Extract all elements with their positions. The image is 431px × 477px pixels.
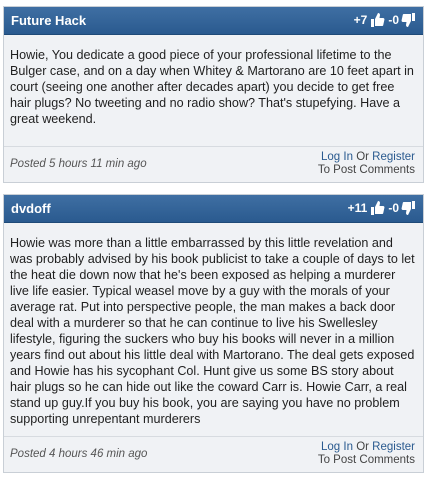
up-vote-count: +7	[353, 13, 368, 27]
thumbs-up-icon[interactable]	[369, 12, 385, 28]
comment-text: Howie was more than a little embarrassed…	[10, 236, 415, 426]
comment-actions: Log In Or Register To Post Comments	[318, 151, 415, 177]
thumbs-down-icon[interactable]	[401, 200, 417, 216]
down-vote-count: -0	[388, 13, 399, 27]
or-label: Or	[356, 441, 369, 453]
login-link[interactable]: Log In	[321, 441, 353, 453]
posted-time: Posted 5 hours 11 min ago	[10, 158, 147, 170]
to-post-label: To Post Comments	[317, 164, 415, 176]
comment-body: Howie was more than a little embarrassed…	[4, 223, 423, 471]
register-link[interactable]: Register	[372, 441, 415, 453]
thumbs-down-icon[interactable]	[401, 12, 417, 28]
comment-author[interactable]: dvdoff	[11, 201, 51, 216]
to-post-label: To Post Comments	[317, 454, 415, 466]
comment-header: Future Hack +7 -0	[4, 7, 423, 35]
comment-actions: Log In Or Register To Post Comments	[318, 441, 415, 467]
comment-author[interactable]: Future Hack	[11, 13, 86, 28]
register-link[interactable]: Register	[372, 151, 415, 163]
thumbs-up-icon[interactable]	[369, 200, 385, 216]
comment: dvdoff +11 -0 Howie was more than a litt…	[3, 194, 424, 473]
comment-text: Howie, You dedicate a good piece of your…	[10, 48, 414, 126]
posted-time: Posted 4 hours 46 min ago	[10, 448, 148, 460]
or-label: Or	[356, 151, 369, 163]
vote-controls: +7 -0	[351, 12, 417, 28]
comment-footer: Posted 5 hours 11 min ago Log In Or Regi…	[4, 146, 423, 182]
comment-header: dvdoff +11 -0	[4, 195, 423, 223]
comment: Future Hack +7 -0 Howie, You dedicate a …	[3, 6, 424, 183]
comment-footer: Posted 4 hours 46 min ago Log In Or Regi…	[4, 436, 423, 472]
up-vote-count: +11	[347, 201, 368, 215]
down-vote-count: -0	[388, 201, 399, 215]
login-link[interactable]: Log In	[321, 151, 353, 163]
vote-controls: +11 -0	[345, 200, 417, 216]
